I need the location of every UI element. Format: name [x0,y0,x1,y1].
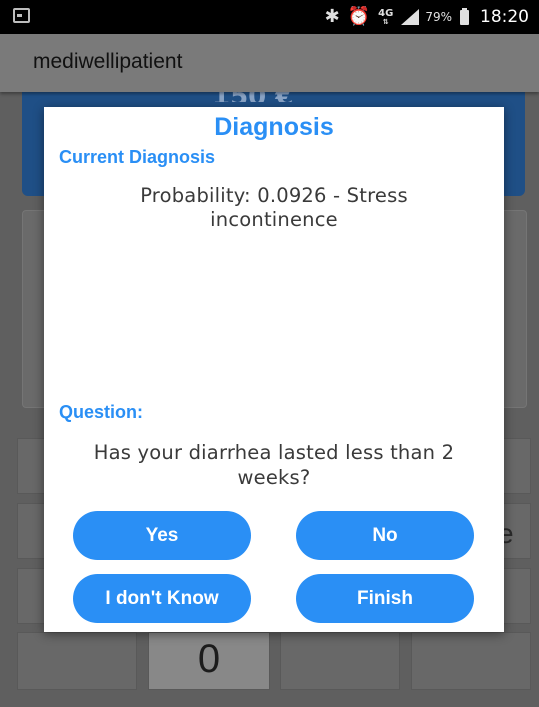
keypad-key-label: 0 [197,637,221,681]
data-arrows-icon: ⇅ [382,18,389,26]
current-diagnosis-label: Current Diagnosis [59,147,216,167]
screen-notification-icon [13,8,30,23]
app-screen: ✱ ⏰ 4G ⇅ 79% 18:20 mediwellipatient 150 … [0,0,539,707]
dialog-title: Diagnosis [214,113,334,141]
dont-know-button[interactable]: I don't Know [73,574,251,623]
alarm-icon: ⏰ [347,6,371,27]
finish-button[interactable]: Finish [296,574,474,623]
keypad-key[interactable] [17,632,137,690]
current-diagnosis-text: Probability: 0.0926 - Stress incontinenc… [140,184,408,231]
keypad-key[interactable] [280,632,400,690]
yes-button[interactable]: Yes [73,511,251,560]
app-title: mediwellipatient [33,50,183,73]
no-button[interactable]: No [296,511,474,560]
network-type-indicator: 4G ⇅ [378,9,393,26]
signal-icon [401,9,420,25]
question-label: Question: [59,402,143,422]
battery-percent: 79% [425,10,452,24]
keypad-key[interactable] [411,632,531,690]
keypad-key-zero[interactable]: 0 [148,632,270,690]
status-time: 18:20 [480,7,529,27]
app-bar: mediwellipatient [0,34,539,92]
bluetooth-icon: ✱ [324,6,340,27]
battery-icon [460,7,469,25]
status-bar-right: ✱ ⏰ 4G ⇅ 79% 18:20 [325,0,529,34]
diagnosis-dialog: Diagnosis Current Diagnosis Probability:… [44,107,504,632]
status-bar: ✱ ⏰ 4G ⇅ 79% 18:20 [0,0,539,34]
question-text: Has your diarrhea lasted less than 2 wee… [93,441,455,489]
